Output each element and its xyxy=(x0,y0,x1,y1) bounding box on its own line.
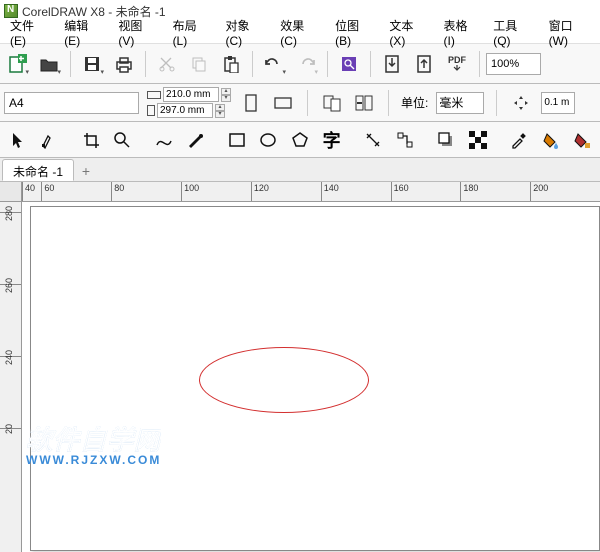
nudge-input[interactable] xyxy=(541,92,575,114)
crop-tool[interactable] xyxy=(77,126,105,154)
nudge-icon xyxy=(509,91,533,115)
eyedropper-tool[interactable] xyxy=(505,126,533,154)
ruler-h-tick: 120 xyxy=(254,183,269,193)
undo-button[interactable]: ▾ xyxy=(259,49,289,79)
page-width-input[interactable] xyxy=(163,87,219,102)
standard-toolbar: ▾ ▾ ▾ ▾ ▾ PDF xyxy=(0,44,600,84)
watermark-url: WWW.RJZXW.COM xyxy=(26,453,161,467)
ellipse-tool[interactable] xyxy=(255,126,283,154)
ruler-v-tick: 280 xyxy=(4,206,14,221)
height-icon xyxy=(147,105,155,116)
connector-tool[interactable] xyxy=(391,126,419,154)
document-tab-bar: 未命名 -1 + xyxy=(0,158,600,182)
watermark: 软件自学网 WWW.RJZXW.COM xyxy=(26,420,161,467)
document-tab[interactable]: 未命名 -1 xyxy=(2,159,74,181)
ruler-corner[interactable] xyxy=(0,182,22,202)
ruler-horizontal[interactable]: 40 60 80 100 120 140 160 180 200 xyxy=(22,182,600,202)
export-pdf-button[interactable]: PDF xyxy=(441,49,473,79)
portrait-button[interactable] xyxy=(239,91,263,115)
menu-object[interactable]: 对象(C) xyxy=(219,15,270,50)
ruler-h-tick: 40 xyxy=(25,183,35,193)
drop-shadow-tool[interactable] xyxy=(432,126,460,154)
cut-button[interactable] xyxy=(152,49,182,79)
paste-button[interactable] xyxy=(216,49,246,79)
menu-view[interactable]: 视图(V) xyxy=(112,15,162,50)
interactive-fill-tool[interactable] xyxy=(537,126,565,154)
ruler-h-tick: 60 xyxy=(44,183,54,193)
ruler-h-tick: 180 xyxy=(463,183,478,193)
zoom-level-input[interactable] xyxy=(486,53,541,75)
save-button[interactable]: ▾ xyxy=(77,49,107,79)
watermark-title: 软件自学网 xyxy=(26,420,161,457)
ruler-h-tick: 100 xyxy=(184,183,199,193)
copy-button[interactable] xyxy=(184,49,214,79)
page-dimensions: ▴▾ ▴▾ xyxy=(147,87,231,118)
ruler-h-tick: 200 xyxy=(533,183,548,193)
all-pages-button[interactable] xyxy=(320,91,344,115)
search-button[interactable] xyxy=(334,49,364,79)
artistic-media-tool[interactable] xyxy=(182,126,210,154)
parallel-dimension-tool[interactable] xyxy=(359,126,387,154)
menu-edit[interactable]: 编辑(E) xyxy=(58,15,108,50)
menu-bar: 文件(E) 编辑(E) 视图(V) 布局(L) 对象(C) 效果(C) 位图(B… xyxy=(0,22,600,44)
freehand-tool[interactable] xyxy=(150,126,178,154)
menu-text[interactable]: 文本(X) xyxy=(383,15,433,50)
zoom-tool[interactable] xyxy=(109,126,137,154)
ruler-h-tick: 80 xyxy=(114,183,124,193)
menu-table[interactable]: 表格(I) xyxy=(438,15,484,50)
menu-bitmap[interactable]: 位图(B) xyxy=(329,15,379,50)
toolbox-row: 字 xyxy=(0,122,600,158)
menu-window[interactable]: 窗口(W) xyxy=(543,15,596,50)
ruler-v-tick: 240 xyxy=(4,350,14,365)
pdf-label: PDF xyxy=(448,56,466,65)
width-spinner[interactable]: ▴▾ xyxy=(221,88,231,102)
property-bar: ▴▾ ▴▾ 单位: xyxy=(0,84,600,122)
open-button[interactable]: ▾ xyxy=(34,49,64,79)
current-page-button[interactable] xyxy=(352,91,376,115)
ruler-h-tick: 160 xyxy=(394,183,409,193)
page[interactable] xyxy=(30,206,600,551)
transparency-tool[interactable] xyxy=(464,126,492,154)
ruler-v-tick: 20 xyxy=(4,424,14,434)
import-button[interactable] xyxy=(377,49,407,79)
menu-file[interactable]: 文件(E) xyxy=(4,15,54,50)
add-tab-button[interactable]: + xyxy=(76,161,96,181)
width-icon xyxy=(147,91,161,99)
menu-layout[interactable]: 布局(L) xyxy=(167,15,216,50)
smart-fill-tool[interactable] xyxy=(568,126,596,154)
menu-tools[interactable]: 工具(Q) xyxy=(487,15,538,50)
canvas[interactable]: 软件自学网 WWW.RJZXW.COM xyxy=(22,202,600,552)
polygon-tool[interactable] xyxy=(286,126,314,154)
pick-tool[interactable] xyxy=(4,126,32,154)
page-height-input[interactable] xyxy=(157,103,213,118)
menu-effects[interactable]: 效果(C) xyxy=(274,15,325,50)
ruler-vertical[interactable]: 280 260 240 20 xyxy=(0,202,22,552)
redo-button[interactable]: ▾ xyxy=(291,49,321,79)
text-tool[interactable]: 字 xyxy=(318,126,346,154)
units-label: 单位: xyxy=(401,94,428,111)
paper-size-select[interactable] xyxy=(4,92,139,114)
landscape-button[interactable] xyxy=(271,91,295,115)
print-button[interactable] xyxy=(109,49,139,79)
export-button[interactable] xyxy=(409,49,439,79)
ruler-v-tick: 260 xyxy=(4,278,14,293)
shape-tool[interactable] xyxy=(36,126,64,154)
rectangle-tool[interactable] xyxy=(223,126,251,154)
units-select[interactable] xyxy=(436,92,484,114)
height-spinner[interactable]: ▴▾ xyxy=(215,104,225,118)
new-button[interactable]: ▾ xyxy=(2,49,32,79)
ruler-h-tick: 140 xyxy=(324,183,339,193)
ellipse-object[interactable] xyxy=(199,347,369,413)
workspace: 40 60 80 100 120 140 160 180 200 280 260… xyxy=(0,182,600,552)
app-icon xyxy=(4,4,18,18)
